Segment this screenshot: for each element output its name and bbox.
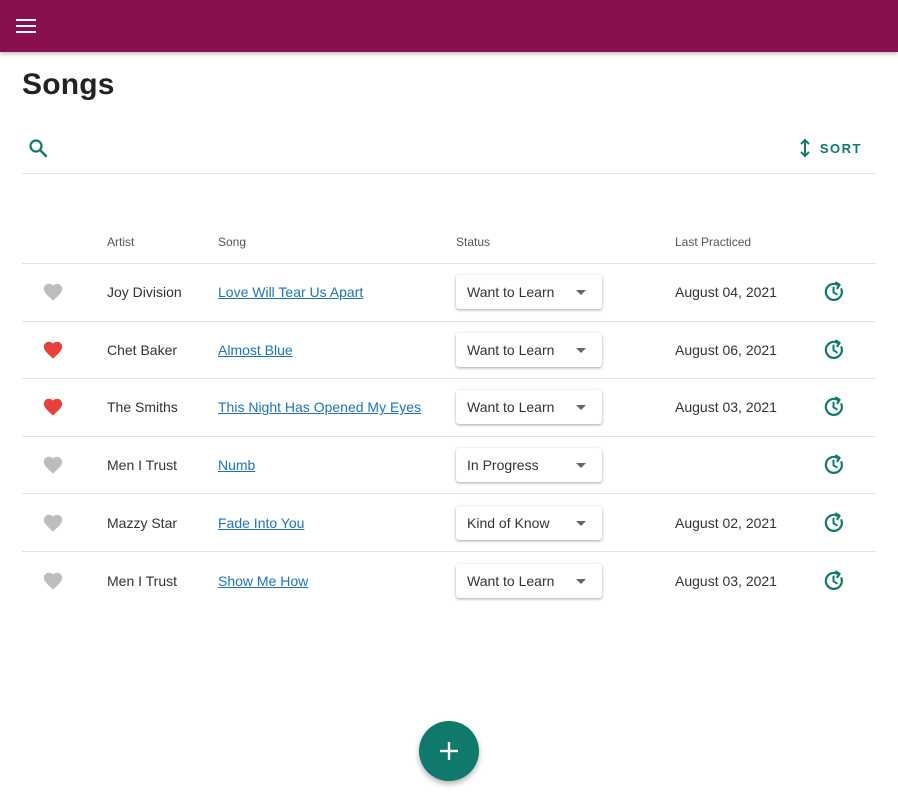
log-practice-button[interactable] (822, 511, 846, 535)
log-practice-button[interactable] (822, 280, 846, 304)
restore-clock-icon (824, 512, 843, 532)
menu-button[interactable] (14, 14, 38, 38)
restore-clock-icon (824, 570, 843, 590)
favorite-heart-icon[interactable] (42, 281, 64, 303)
header-status[interactable]: Status (456, 235, 490, 249)
dropdown-arrow-icon (576, 347, 586, 353)
table-row: Mazzy Star Fade Into You Kind of Know Augus… (22, 494, 876, 552)
table-row: Chet Baker Almost Blue Want to Learn August… (22, 322, 876, 380)
search-button[interactable] (26, 136, 50, 160)
add-song-button[interactable] (419, 721, 479, 781)
header-last-practiced[interactable]: Last Practiced (675, 235, 751, 249)
song-link[interactable]: Numb (218, 457, 255, 473)
log-practice-button[interactable] (822, 338, 846, 362)
log-practice-button[interactable] (822, 569, 846, 593)
status-value: In Progress (467, 457, 539, 474)
restore-clock-icon (824, 281, 843, 302)
status-value: Want to Learn (467, 284, 555, 301)
song-link[interactable]: This Night Has Opened My Eyes (218, 399, 421, 415)
artist-cell: Joy Division (107, 284, 182, 301)
favorite-heart-icon[interactable] (42, 570, 64, 592)
restore-clock-icon (824, 454, 843, 474)
dropdown-arrow-icon (576, 520, 586, 526)
dropdown-arrow-icon (576, 290, 586, 296)
table-row: The Smiths This Night Has Opened My Eyes W… (22, 379, 876, 437)
song-link[interactable]: Show Me How (218, 573, 308, 589)
song-link[interactable]: Fade Into You (218, 515, 304, 531)
status-value: Want to Learn (467, 572, 555, 589)
header-artist[interactable]: Artist (107, 235, 134, 249)
restore-clock-icon (824, 396, 843, 417)
artist-cell: The Smiths (107, 399, 178, 416)
status-select[interactable]: Want to Learn (456, 275, 602, 310)
sort-label: SORT (819, 140, 862, 156)
artist-cell: Mazzy Star (107, 514, 178, 531)
dropdown-arrow-icon (576, 405, 586, 411)
toolbar: SORT (22, 126, 876, 174)
status-select[interactable]: Want to Learn (456, 332, 602, 367)
vertical-arrows-icon (800, 138, 810, 158)
menu-icon (16, 19, 36, 33)
log-practice-button[interactable] (822, 453, 846, 477)
status-select[interactable]: Want to Learn (456, 390, 602, 425)
table-row: Joy Division Love Will Tear Us Apart Want … (22, 264, 876, 322)
last-practiced-cell: August 04, 2021 (675, 284, 777, 301)
table-body: Joy Division Love Will Tear Us Apart Want … (22, 264, 876, 610)
dropdown-arrow-icon (576, 578, 586, 584)
favorite-heart-icon[interactable] (42, 339, 64, 361)
favorite-heart-icon[interactable] (42, 454, 64, 476)
header-song[interactable]: Song (218, 235, 246, 249)
status-value: Kind of Know (467, 514, 550, 531)
favorite-heart-icon[interactable] (42, 396, 64, 418)
status-select[interactable]: In Progress (456, 448, 602, 483)
sort-button[interactable]: SORT (798, 136, 862, 160)
status-select[interactable]: Kind of Know (456, 505, 602, 540)
artist-cell: Chet Baker (107, 341, 178, 358)
favorite-heart-icon[interactable] (42, 512, 64, 534)
app-bar (0, 0, 898, 52)
log-practice-button[interactable] (822, 395, 846, 419)
artist-cell: Men I Trust (107, 457, 178, 474)
table-row: Men I Trust Numb In Progress (22, 437, 876, 495)
songs-table: Artist Song Status Last Practiced Joy Di… (22, 224, 876, 610)
table-header: Artist Song Status Last Practiced (22, 224, 876, 264)
table-row: Men I Trust Show Me How Want to Learn Augus… (22, 552, 876, 610)
dropdown-arrow-icon (576, 463, 586, 469)
plus-icon (440, 742, 458, 760)
page-title: Songs (22, 68, 115, 101)
status-select[interactable]: Want to Learn (456, 563, 602, 598)
status-value: Want to Learn (467, 341, 555, 358)
song-link[interactable]: Almost Blue (218, 342, 293, 358)
search-icon (29, 139, 48, 158)
last-practiced-cell: August 06, 2021 (675, 341, 777, 358)
status-value: Want to Learn (467, 399, 555, 416)
last-practiced-cell: August 02, 2021 (675, 514, 777, 531)
artist-cell: Men I Trust (107, 572, 178, 589)
song-link[interactable]: Love Will Tear Us Apart (218, 284, 363, 300)
restore-clock-icon (824, 339, 843, 359)
last-practiced-cell: August 03, 2021 (675, 572, 777, 589)
last-practiced-cell: August 03, 2021 (675, 399, 777, 416)
